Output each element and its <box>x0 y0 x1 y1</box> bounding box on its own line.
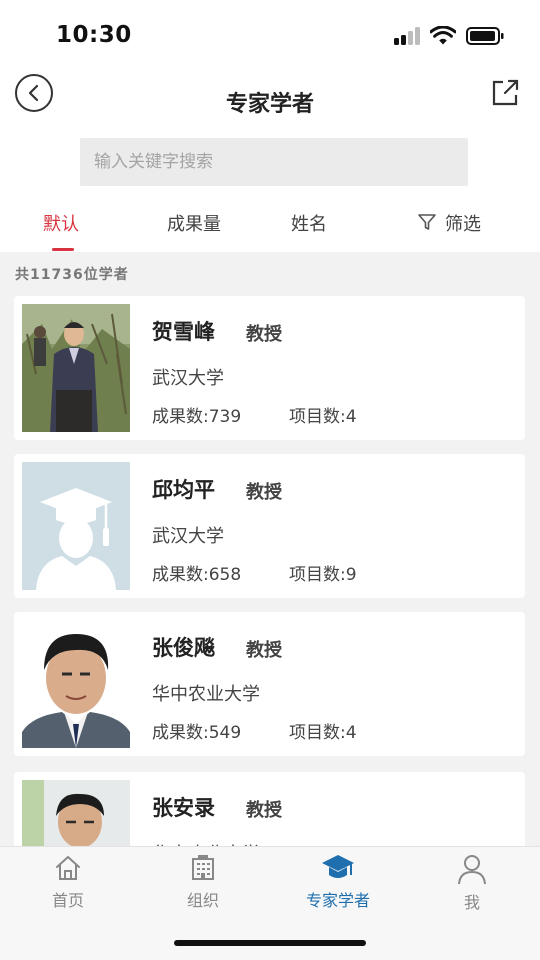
scholar-count: 共11736位学者 <box>15 267 129 283</box>
home-icon <box>56 856 80 880</box>
page-title: 专家学者 <box>225 92 314 117</box>
scholar-name: 张俊飚 <box>152 636 215 660</box>
building-icon <box>192 855 214 880</box>
scholar-card[interactable]: 张俊飚 教授 华中农业大学 成果数:549 项目数:4 <box>14 612 525 756</box>
tab-default[interactable]: 默认 <box>43 210 79 236</box>
nav-scholars[interactable]: 专家学者 <box>288 853 388 911</box>
nav-organization-label: 组织 <box>186 891 219 910</box>
active-tab-indicator <box>52 248 74 251</box>
home-indicator <box>174 940 366 946</box>
header: 专家学者 <box>0 66 540 192</box>
wifi-icon <box>430 26 456 45</box>
tab-name[interactable]: 姓名 <box>291 210 327 236</box>
scholar-project-count: 项目数:4 <box>289 723 357 743</box>
share-icon[interactable] <box>490 78 520 108</box>
search-field[interactable] <box>80 138 468 186</box>
scholar-card[interactable]: 邱均平 教授 武汉大学 成果数:658 项目数:9 <box>14 454 525 598</box>
nav-organization[interactable]: 组织 <box>153 853 253 911</box>
sort-tabs: 默认 成果量 姓名 筛选 <box>0 192 540 252</box>
nav-home[interactable]: 首页 <box>18 853 118 911</box>
user-icon <box>458 855 486 885</box>
scholar-output-count: 成果数:549 <box>152 723 242 743</box>
avatar-photo <box>22 304 130 432</box>
graduation-cap-icon <box>322 855 354 878</box>
nav-me[interactable]: 我 <box>422 853 522 913</box>
filter-icon[interactable] <box>417 212 437 232</box>
nav-home-label: 首页 <box>51 891 84 910</box>
scholar-university: 武汉大学 <box>152 526 224 547</box>
scholar-title: 教授 <box>246 324 282 345</box>
status-time: 10:30 <box>56 22 132 48</box>
scholar-name: 张安录 <box>152 796 215 820</box>
battery-icon <box>466 27 504 45</box>
scholar-title: 教授 <box>246 800 282 821</box>
scholar-project-count: 项目数:9 <box>289 565 357 585</box>
nav-me-label: 我 <box>463 893 480 912</box>
screen: 10:30 专家学者 输入关键字搜索 默认 成果量 姓名 筛选 共11736位学… <box>0 0 540 960</box>
scholar-card[interactable]: 贺雪峰 教授 武汉大学 成果数:739 项目数:4 <box>14 296 525 440</box>
scholar-title: 教授 <box>246 640 282 661</box>
scholar-name: 邱均平 <box>152 478 215 502</box>
scholar-output-count: 成果数:739 <box>152 407 242 427</box>
default-avatar-icon <box>22 462 130 590</box>
scholar-university: 华中农业大学 <box>152 684 260 705</box>
scholar-title: 教授 <box>246 482 282 503</box>
tab-filter[interactable]: 筛选 <box>445 210 481 236</box>
nav-scholars-label: 专家学者 <box>305 891 370 910</box>
tab-output-count[interactable]: 成果量 <box>167 210 221 236</box>
cellular-signal-icon <box>394 27 424 45</box>
scholar-name: 贺雪峰 <box>152 320 215 344</box>
scholar-project-count: 项目数:4 <box>289 407 357 427</box>
scholar-output-count: 成果数:658 <box>152 565 242 585</box>
search-input[interactable] <box>80 138 468 186</box>
avatar-photo <box>22 620 130 748</box>
status-bar: 10:30 <box>0 0 540 66</box>
scholar-university: 武汉大学 <box>152 368 224 389</box>
